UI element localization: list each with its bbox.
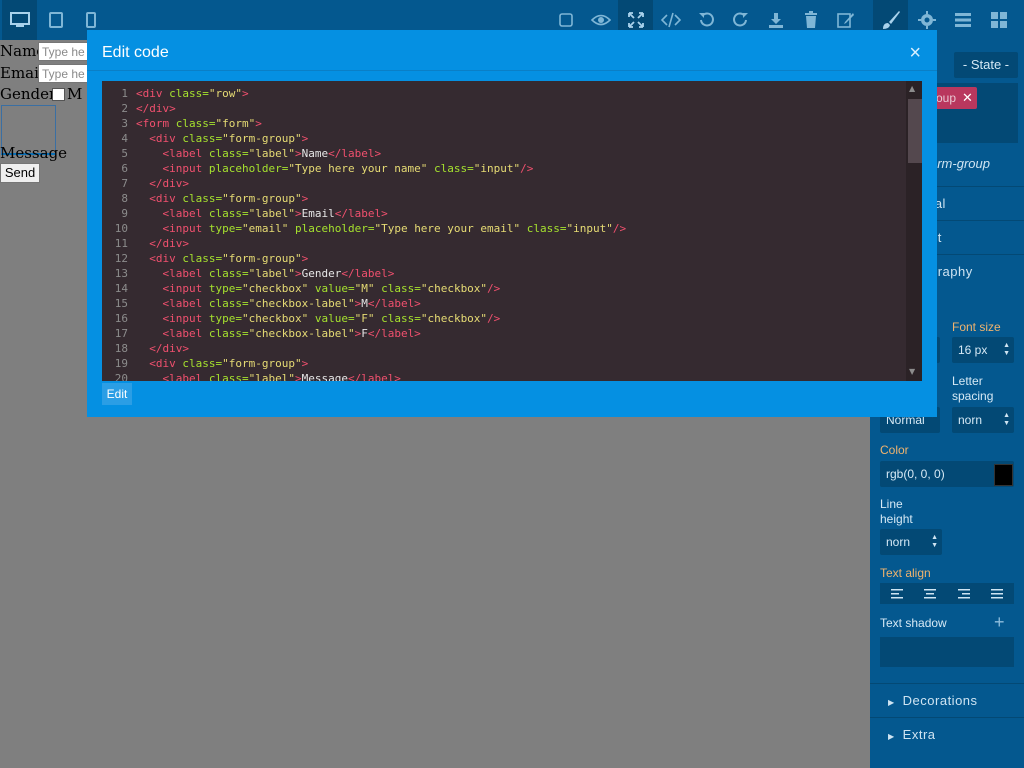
- section-decorations[interactable]: ▶ Decorations: [870, 683, 1024, 717]
- code-line: 6 <input placeholder="Type here your nam…: [121, 162, 534, 175]
- code-line: 19 <div class="form-group">: [114, 357, 309, 370]
- code-line: 3 <form class="form">: [121, 117, 262, 130]
- checkbox-m[interactable]: [52, 88, 65, 101]
- spinner-icon[interactable]: ▲ ▼: [1003, 412, 1010, 428]
- edit-button[interactable]: Edit: [102, 383, 132, 405]
- code-editor[interactable]: 1 <div class="row"> 2 </div> 3 <form class=…: [102, 81, 922, 381]
- code-line: 9 <label class="label">Email</label>: [121, 207, 388, 220]
- line-height-input[interactable]: norn ▲ ▼: [880, 529, 942, 555]
- code-line: 20 <label class="label">Message</label>: [114, 372, 401, 381]
- align-right-icon[interactable]: [947, 583, 981, 604]
- line-height-value: norn: [886, 535, 911, 549]
- letter-spacing-label-1: Letter: [952, 374, 983, 388]
- code-line: 1 <div class="row">: [121, 87, 249, 100]
- code-line: 10 <input type="email" placeholder="Type…: [114, 222, 627, 235]
- code-line: 4 <div class="form-group">: [121, 132, 309, 145]
- layers-icon[interactable]: [945, 0, 980, 40]
- code-line: 17 <label class="checkbox-label">F</labe…: [114, 327, 421, 340]
- tag-close-icon[interactable]: ✕: [962, 90, 973, 105]
- text-shadow-list: [880, 637, 1014, 667]
- letter-spacing-value: norn: [958, 413, 983, 427]
- modal-title: Edit code: [102, 44, 169, 61]
- line-height-label-2: height: [880, 512, 913, 526]
- scroll-up-icon[interactable]: ▲: [909, 84, 915, 93]
- modal-divider: [87, 70, 937, 71]
- code-line: 13 <label class="label">Gender</label>: [114, 267, 395, 280]
- desktop-icon[interactable]: [2, 0, 37, 40]
- line-height-label-1: Line: [880, 497, 903, 511]
- code-line: 14 <input type="checkbox" value="M" clas…: [114, 282, 501, 295]
- code-line: 12 <div class="form-group">: [114, 252, 309, 265]
- font-size-value: 16 px: [958, 343, 988, 357]
- selector-name: orm-group: [930, 156, 990, 171]
- caret-right-icon: ▶: [888, 698, 895, 707]
- state-select[interactable]: - State -: [954, 52, 1018, 78]
- edit-code-modal: Edit code × 1 <div class="row"> 2 </div> 3…: [87, 30, 937, 417]
- code-line: 18 </div>: [114, 342, 189, 355]
- close-icon[interactable]: ×: [909, 42, 921, 65]
- code-lines: 1 <div class="row"> 2 </div> 3 <form class=…: [102, 86, 907, 381]
- message-label: Message: [0, 144, 68, 162]
- tablet-icon[interactable]: [38, 0, 73, 40]
- gender-label: Gender: [0, 85, 57, 103]
- color-swatch[interactable]: [994, 464, 1013, 486]
- caret-right-icon: ▶: [888, 732, 895, 741]
- section-extra-label: Extra: [902, 727, 936, 742]
- code-line: 8 <div class="form-group">: [121, 192, 309, 205]
- font-size-input[interactable]: 16 px ▲ ▼: [952, 337, 1014, 363]
- letter-spacing-label-2: spacing: [952, 389, 994, 403]
- spinner-icon[interactable]: ▲ ▼: [1003, 342, 1010, 358]
- checkbox-m-label: M: [67, 85, 83, 103]
- align-justify-icon[interactable]: [981, 583, 1015, 604]
- code-line: 2 </div>: [121, 102, 176, 115]
- blocks-icon[interactable]: [981, 0, 1016, 40]
- send-button[interactable]: Send: [0, 163, 40, 183]
- text-align-group: [880, 583, 1014, 604]
- section-decorations-label: Decorations: [902, 693, 978, 708]
- align-center-icon[interactable]: [914, 583, 948, 604]
- code-scrollbar[interactable]: ▲ ▼: [906, 81, 922, 381]
- letter-spacing-input[interactable]: norn ▲ ▼: [952, 407, 1014, 433]
- scroll-down-icon[interactable]: ▼: [909, 367, 915, 376]
- font-size-label: Font size: [952, 320, 1001, 334]
- code-line: 11 </div>: [114, 237, 189, 250]
- text-align-label: Text align: [880, 566, 931, 580]
- code-line: 7 </div>: [121, 177, 189, 190]
- align-left-icon[interactable]: [880, 583, 914, 604]
- code-line: 16 <input type="checkbox" value="F" clas…: [114, 312, 501, 325]
- color-label: Color: [880, 443, 909, 457]
- add-shadow-icon[interactable]: +: [994, 612, 1005, 633]
- code-line: 15 <label class="checkbox-label">M</labe…: [114, 297, 421, 310]
- spinner-icon[interactable]: ▲ ▼: [931, 534, 938, 550]
- scroll-thumb[interactable]: [908, 99, 922, 163]
- section-extra[interactable]: ▶ Extra: [870, 717, 1024, 751]
- text-shadow-label: Text shadow: [880, 616, 947, 630]
- code-line: 5 <label class="label">Name</label>: [121, 147, 382, 160]
